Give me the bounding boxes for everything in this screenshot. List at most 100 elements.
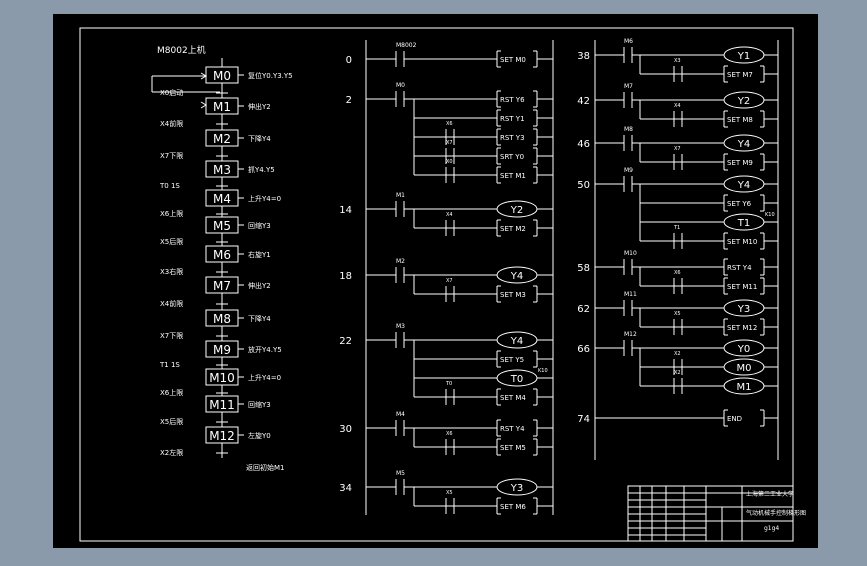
instruction-label: SET Y6: [727, 200, 752, 208]
contact-label: M6: [624, 38, 633, 45]
contact-label: M2: [396, 258, 405, 265]
coil-label: T0: [510, 374, 523, 385]
coil-label: Y2: [510, 205, 523, 216]
instruction-label: SET M2: [500, 225, 526, 233]
rung-number: 2: [346, 95, 352, 106]
instruction-label: RST Y4: [500, 425, 525, 433]
contact-label: M8002: [396, 42, 417, 49]
step-label: M0: [213, 69, 231, 83]
transition-condition: X5后限: [160, 417, 183, 426]
step-label: M1: [213, 100, 231, 114]
step-action: 下降Y4: [248, 134, 271, 143]
instruction-label: SET M7: [727, 71, 753, 79]
cad-viewport: M8002上机 M0 复位Y0.Y3.Y5 X0启动 M1 伸出Y2 X4前限 M2 下降Y4…: [0, 0, 867, 562]
instruction-label: SET M9: [727, 159, 753, 167]
contact-label: X5: [674, 311, 681, 317]
step-action: 抓Y4.Y5: [248, 165, 275, 174]
coil-label: Y4: [737, 139, 750, 150]
instruction-label: SET M10: [727, 238, 757, 246]
step-action: 下降Y4: [248, 314, 271, 323]
contact-label: X2: [674, 370, 681, 376]
contact-label: M9: [624, 167, 633, 174]
rung-number: 34: [339, 483, 352, 494]
instruction-label: SET M11: [727, 283, 757, 291]
contact-label: X2: [674, 351, 681, 357]
step-label: M7: [213, 279, 231, 293]
instruction-label: SET M4: [500, 394, 526, 402]
contact-label: M8: [624, 126, 633, 133]
contact-label: T1: [673, 225, 680, 231]
transition-condition: X6上限: [160, 388, 183, 397]
instruction-label: RST Y6: [500, 96, 525, 104]
contact-label: X4: [674, 103, 681, 109]
step-action: 回缩Y3: [248, 400, 271, 409]
transition-condition: X4前限: [160, 299, 183, 308]
rung-number: 62: [577, 304, 590, 315]
transition-condition: X5后限: [160, 237, 183, 246]
instruction-label: RST Y3: [500, 134, 525, 142]
coil-label: Y4: [737, 180, 750, 191]
coil-label: T1: [737, 218, 750, 229]
rung-number: 14: [339, 205, 352, 216]
rung-number: 38: [577, 51, 590, 62]
instruction-label: SET M8: [727, 116, 753, 124]
step-label: M4: [213, 192, 231, 206]
rung-number: 22: [339, 336, 352, 347]
contact-label: X7: [446, 140, 453, 146]
transition-condition: X2左限: [160, 448, 183, 457]
contact-label: X6: [446, 431, 453, 437]
instruction-label: SRT Y0: [500, 153, 524, 161]
rung-number: 74: [577, 414, 590, 425]
step-action: 上升Y4=0: [248, 373, 281, 382]
instruction-label: RST Y1: [500, 115, 525, 123]
rung-number: 42: [577, 96, 590, 107]
coil-label: Y1: [737, 51, 750, 62]
instruction-label: SET M12: [727, 324, 757, 332]
step-label: M5: [213, 219, 231, 233]
contact-label: M12: [624, 331, 637, 338]
contact-label: T0: [445, 381, 452, 387]
step-action: 伸出Y2: [248, 281, 271, 290]
contact-label: X7: [674, 146, 681, 152]
contact-label: X3: [674, 58, 681, 64]
coil-label: Y3: [737, 304, 750, 315]
coil-label: Y3: [510, 483, 523, 494]
instruction-label: SET M0: [500, 56, 526, 64]
step-action: 左旋Y0: [248, 431, 271, 440]
contact-label: X5: [446, 490, 453, 496]
step-label: M6: [213, 248, 231, 262]
title-block-school: 上海第二工业大学: [746, 490, 794, 498]
contact-label: X6: [674, 270, 681, 276]
step-action: 放开Y4.Y5: [248, 345, 282, 354]
instruction-label: SET M5: [500, 444, 526, 452]
rung-number: 18: [339, 271, 352, 282]
contact-label: M3: [396, 323, 405, 330]
transition-condition: T0 1S: [159, 182, 180, 190]
contact-label: M5: [396, 470, 405, 477]
contact-label: M1: [396, 192, 405, 199]
step-label: M10: [209, 371, 235, 385]
contact-label: X7: [446, 278, 453, 284]
step-label: M3: [213, 163, 231, 177]
contact-label: X6: [446, 121, 453, 127]
transition-condition: T1 1S: [159, 361, 180, 369]
instruction-label: SET M6: [500, 503, 526, 511]
step-label: M9: [213, 343, 231, 357]
transition-condition: X7下限: [160, 151, 183, 160]
step-label: M8: [213, 312, 231, 326]
transition-condition: X4前限: [160, 119, 183, 128]
transition-condition: X7下限: [160, 331, 183, 340]
coil-label: M0: [737, 363, 752, 374]
contact-label: M4: [396, 411, 405, 418]
step-label: M11: [209, 398, 235, 412]
title-block-code: g1g4: [764, 525, 779, 532]
rung-number: 58: [577, 263, 590, 274]
drawing-canvas: M8002上机 M0 复位Y0.Y3.Y5X0启动M1 伸出Y2X4前限M2 下降Y4…: [53, 14, 818, 548]
timer-constant: K10: [765, 212, 775, 218]
rung-number: 50: [577, 180, 590, 191]
step-action: 回缩Y3: [248, 221, 271, 230]
transition-condition: X6上限: [160, 209, 183, 218]
rung-number: 46: [577, 139, 590, 150]
transition-condition: X3右限: [160, 267, 183, 276]
coil-label: M1: [737, 382, 752, 393]
